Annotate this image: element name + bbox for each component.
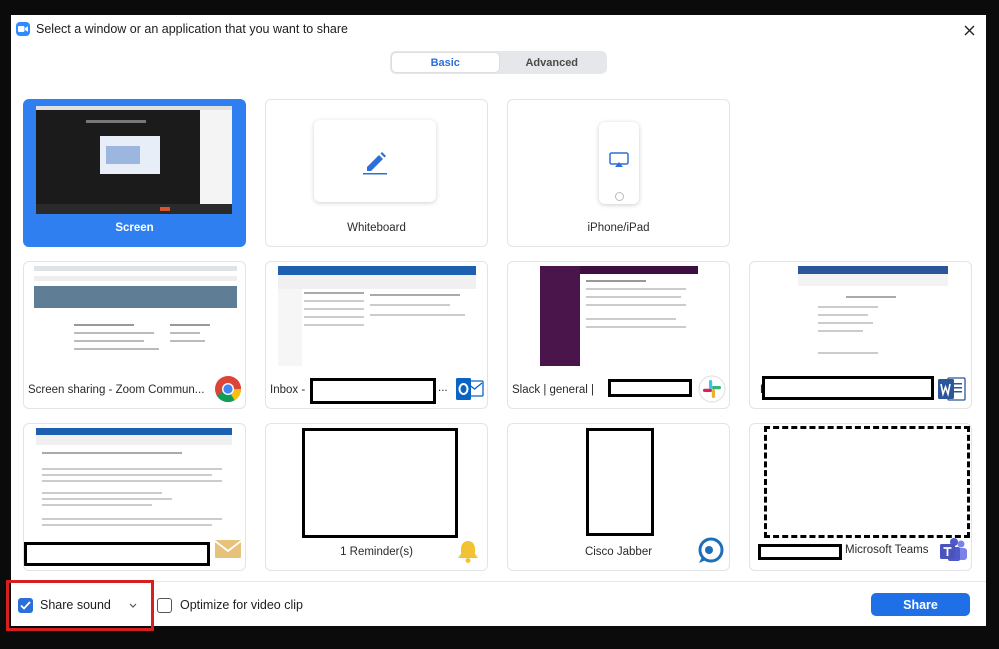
redaction-box [586, 428, 654, 536]
tile-whiteboard[interactable]: Whiteboard [265, 99, 488, 247]
tile-label: iPhone/iPad [587, 222, 650, 234]
word-window-thumbnail [798, 266, 948, 366]
chrome-window-thumbnail [34, 266, 237, 366]
redaction-box [302, 428, 458, 538]
share-screen-dialog: Select a window or an application that y… [11, 15, 986, 626]
redaction-box [608, 379, 692, 397]
word-icon [937, 374, 967, 404]
chevron-down-icon[interactable] [127, 598, 139, 612]
redaction-box [758, 544, 842, 560]
share-sound-label: Share sound [40, 598, 111, 612]
tile-chrome-window[interactable]: Screen sharing - Zoom Commun... [23, 261, 246, 409]
redaction-box [762, 376, 934, 400]
whiteboard-card [314, 120, 436, 202]
tile-label: Microsoft Teams [845, 544, 929, 556]
tile-label: Screen [115, 222, 154, 234]
tile-word-window[interactable]: F [749, 261, 972, 409]
mail-icon [213, 534, 243, 564]
tile-screen[interactable]: Screen [23, 99, 246, 247]
tile-reminders-window[interactable]: 1 Reminder(s) [265, 423, 488, 571]
title-bar: Select a window or an application that y… [11, 15, 986, 45]
airplay-icon [609, 152, 629, 173]
pencil-icon [361, 147, 389, 180]
tile-label-suffix: ... [438, 382, 448, 394]
tile-mail-window[interactable] [23, 423, 246, 571]
check-icon [20, 601, 31, 610]
optimize-video-checkbox[interactable] [157, 598, 172, 613]
screen-thumbnail [36, 106, 232, 214]
share-button[interactable]: Share [871, 593, 970, 616]
outlook-window-thumbnail [278, 266, 476, 366]
tile-label: Screen sharing - Zoom Commun... [28, 384, 205, 396]
tab-advanced[interactable]: Advanced [499, 53, 606, 72]
tile-jabber-window[interactable]: Cisco Jabber [507, 423, 730, 571]
bottom-bar: Share sound Optimize for video clip Shar… [11, 581, 986, 626]
mail-window-thumbnail [36, 428, 232, 538]
redaction-box [24, 542, 210, 566]
tile-iphone-ipad[interactable]: iPhone/iPad [507, 99, 730, 247]
slack-window-thumbnail [540, 266, 698, 366]
redaction-box [310, 378, 436, 404]
zoom-camera-icon [16, 22, 30, 36]
share-mode-tabs: Basic Advanced [390, 51, 607, 74]
share-options-grid: Screen Whiteboard iPhone/iPad Screen sha… [11, 85, 986, 581]
tile-label: Whiteboard [347, 222, 406, 234]
outlook-icon [455, 374, 485, 404]
dialog-title: Select a window or an application that y… [36, 22, 348, 36]
redaction-box [764, 426, 970, 538]
tile-outlook-window[interactable]: Inbox - ... [265, 261, 488, 409]
tile-teams-window[interactable]: Microsoft Teams [749, 423, 972, 571]
jabber-icon [695, 536, 725, 566]
share-sound-checkbox[interactable] [18, 598, 33, 613]
tab-basic[interactable]: Basic [392, 53, 499, 72]
slack-icon [697, 374, 727, 404]
chrome-icon [213, 374, 243, 404]
teams-icon [939, 536, 969, 566]
optimize-video-label: Optimize for video clip [180, 598, 303, 612]
tile-slack-window[interactable]: Slack | general | [507, 261, 730, 409]
close-icon[interactable] [958, 19, 980, 41]
bell-icon [453, 536, 483, 566]
phone-illustration [599, 122, 639, 204]
